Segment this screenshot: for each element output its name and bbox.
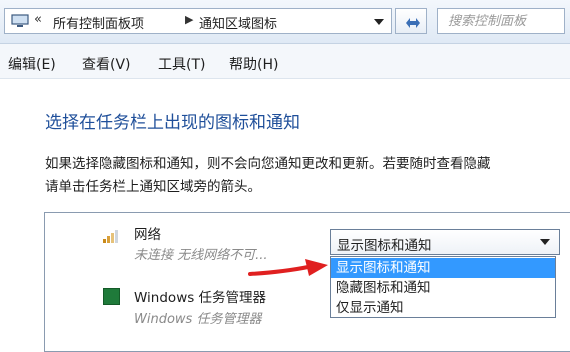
chevron-down-icon[interactable] bbox=[373, 17, 385, 27]
network-behavior-select[interactable]: 显示图标和通知 bbox=[330, 229, 560, 255]
description-line: 请单击任务栏上通知区域旁的箭头。 bbox=[45, 179, 261, 195]
menu-view[interactable]: 查看(V) bbox=[82, 54, 131, 74]
refresh-button[interactable] bbox=[395, 8, 427, 34]
network-signal-icon bbox=[103, 230, 118, 243]
refresh-icon bbox=[406, 18, 420, 28]
breadcrumb-overflow[interactable]: « bbox=[34, 12, 42, 27]
option-hide-icon-and-notifications[interactable]: 隐藏图标和通知 bbox=[331, 278, 555, 298]
behavior-dropdown-list: 显示图标和通知 隐藏图标和通知 仅显示通知 bbox=[330, 256, 556, 318]
breadcrumb-control-panel-items[interactable]: 所有控制面板项 bbox=[53, 13, 144, 32]
task-manager-icon bbox=[103, 288, 120, 305]
breadcrumb[interactable]: « 所有控制面板项 ▶ 通知区域图标 bbox=[4, 8, 392, 34]
page-title: 选择在任务栏上出现的图标和通知 bbox=[45, 113, 300, 133]
search-input[interactable] bbox=[438, 9, 564, 33]
task-manager-row-name: Windows 任务管理器 bbox=[134, 290, 267, 306]
task-manager-row-subtitle: Windows 任务管理器 bbox=[134, 312, 262, 327]
page-description: 如果选择隐藏图标和通知，则不会向您通知更改和更新。若要随时查看隐藏 请单击任务栏… bbox=[45, 153, 491, 199]
menu-edit[interactable]: 编辑(E) bbox=[8, 54, 56, 74]
network-row-name: 网络 bbox=[134, 227, 161, 243]
chevron-down-icon[interactable] bbox=[540, 239, 550, 246]
address-bar: « 所有控制面板项 ▶ 通知区域图标 bbox=[0, 0, 570, 44]
menu-bar: 编辑(E) 查看(V) 工具(T) 帮助(H) bbox=[0, 44, 570, 79]
option-only-show-notifications[interactable]: 仅显示通知 bbox=[331, 298, 555, 318]
menu-tools[interactable]: 工具(T) bbox=[158, 54, 205, 74]
breadcrumb-notification-icons[interactable]: 通知区域图标 bbox=[199, 13, 277, 32]
search-field[interactable] bbox=[437, 8, 565, 34]
menu-help[interactable]: 帮助(H) bbox=[229, 54, 278, 74]
red-arrow-annotation-icon bbox=[248, 259, 328, 276]
select-value: 显示图标和通知 bbox=[337, 238, 432, 254]
description-line: 如果选择隐藏图标和通知，则不会向您通知更改和更新。若要随时查看隐藏 bbox=[45, 156, 491, 172]
option-show-icon-and-notifications[interactable]: 显示图标和通知 bbox=[331, 258, 555, 278]
breadcrumb-chevron-icon[interactable]: ▶ bbox=[185, 13, 193, 26]
computer-icon bbox=[11, 14, 29, 27]
